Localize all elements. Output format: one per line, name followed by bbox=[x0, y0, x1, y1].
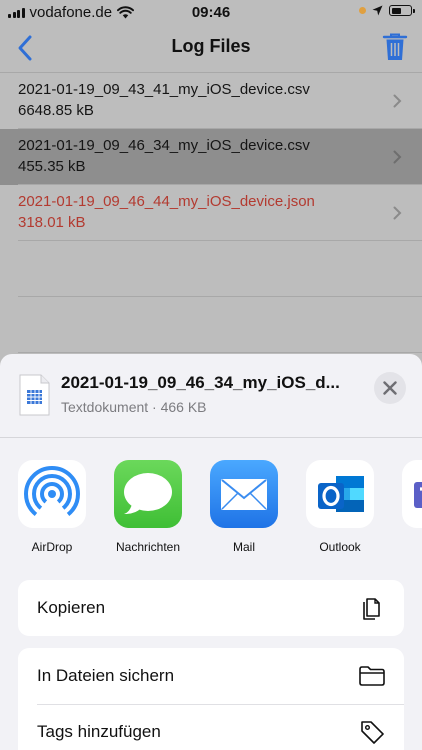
share-app-label: Nachrichten bbox=[115, 540, 181, 554]
shared-file-title: 2021-01-19_09_46_34_my_iOS_d... bbox=[61, 373, 340, 392]
chevron-right-icon bbox=[393, 150, 402, 164]
copy-icon bbox=[363, 598, 380, 620]
action-group: Kopieren bbox=[18, 580, 404, 636]
share-app-teams[interactable]: T bbox=[391, 460, 422, 554]
file-size: 6648.85 kB bbox=[18, 102, 94, 119]
page-title: Log Files bbox=[171, 36, 251, 56]
close-icon bbox=[383, 381, 397, 395]
share-app-label: Mail bbox=[232, 540, 255, 554]
empty-list-row bbox=[0, 241, 422, 297]
empty-list-row bbox=[0, 297, 422, 353]
action-copy[interactable]: Kopieren bbox=[18, 580, 404, 636]
recording-indicator-icon bbox=[359, 7, 366, 14]
mail-icon bbox=[210, 460, 278, 528]
tag-icon bbox=[361, 721, 384, 744]
share-app-label: AirDrop bbox=[31, 540, 73, 554]
file-size: 318.01 kB bbox=[18, 214, 86, 231]
file-row-selected[interactable]: 2021-01-19_09_46_34_my_iOS_device.csv 45… bbox=[0, 129, 422, 185]
action-add-tags[interactable]: Tags hinzufügen bbox=[18, 704, 404, 750]
folder-icon bbox=[359, 666, 385, 686]
file-row[interactable]: 2021-01-19_09_43_41_my_iOS_device.csv 66… bbox=[0, 73, 422, 129]
action-group: In Dateien sichern Tags hinzufügen bbox=[18, 648, 404, 750]
battery-icon bbox=[389, 5, 415, 16]
location-arrow-icon bbox=[372, 5, 383, 16]
outlook-icon bbox=[306, 460, 374, 528]
file-row[interactable]: 2021-01-19_09_46_44_my_iOS_device.json 3… bbox=[0, 185, 422, 241]
share-app-label: T bbox=[391, 540, 422, 554]
share-sheet-header: 2021-01-19_09_46_34_my_iOS_d... Textdoku… bbox=[0, 354, 422, 438]
share-apps-row: AirDrop Nachrichten Mail Outlook bbox=[0, 460, 422, 560]
file-size: 455.35 kB bbox=[18, 158, 86, 175]
document-icon bbox=[19, 374, 50, 416]
share-sheet: 2021-01-19_09_46_34_my_iOS_d... Textdoku… bbox=[0, 354, 422, 750]
share-app-mail[interactable]: Mail bbox=[199, 460, 289, 554]
action-save-to-files[interactable]: In Dateien sichern bbox=[18, 648, 404, 704]
chevron-right-icon bbox=[393, 206, 402, 220]
share-app-outlook[interactable]: Outlook bbox=[295, 460, 385, 554]
shared-file-subtitle: Textdokument · 466 KB bbox=[61, 399, 207, 415]
teams-icon bbox=[402, 460, 422, 528]
chevron-right-icon bbox=[393, 94, 402, 108]
share-app-label: Outlook bbox=[319, 540, 361, 554]
file-name: 2021-01-19_09_46_44_my_iOS_device.json bbox=[18, 193, 315, 210]
file-name: 2021-01-19_09_43_41_my_iOS_device.csv bbox=[18, 81, 310, 98]
share-app-messages[interactable]: Nachrichten bbox=[103, 460, 193, 554]
trash-icon[interactable] bbox=[382, 32, 408, 62]
file-name: 2021-01-19_09_46_34_my_iOS_device.csv bbox=[18, 137, 310, 154]
airdrop-icon bbox=[18, 460, 86, 528]
action-label: Tags hinzufügen bbox=[37, 722, 161, 741]
log-file-list: 2021-01-19_09_43_41_my_iOS_device.csv 66… bbox=[0, 72, 422, 353]
share-app-airdrop[interactable]: AirDrop bbox=[7, 460, 97, 554]
status-bar: vodafone.de 09:46 bbox=[0, 0, 422, 26]
messages-icon bbox=[114, 460, 182, 528]
action-label: In Dateien sichern bbox=[37, 666, 175, 685]
close-button[interactable] bbox=[374, 372, 406, 404]
action-label: Kopieren bbox=[37, 598, 106, 617]
navigation-bar: Log Files bbox=[0, 26, 422, 70]
